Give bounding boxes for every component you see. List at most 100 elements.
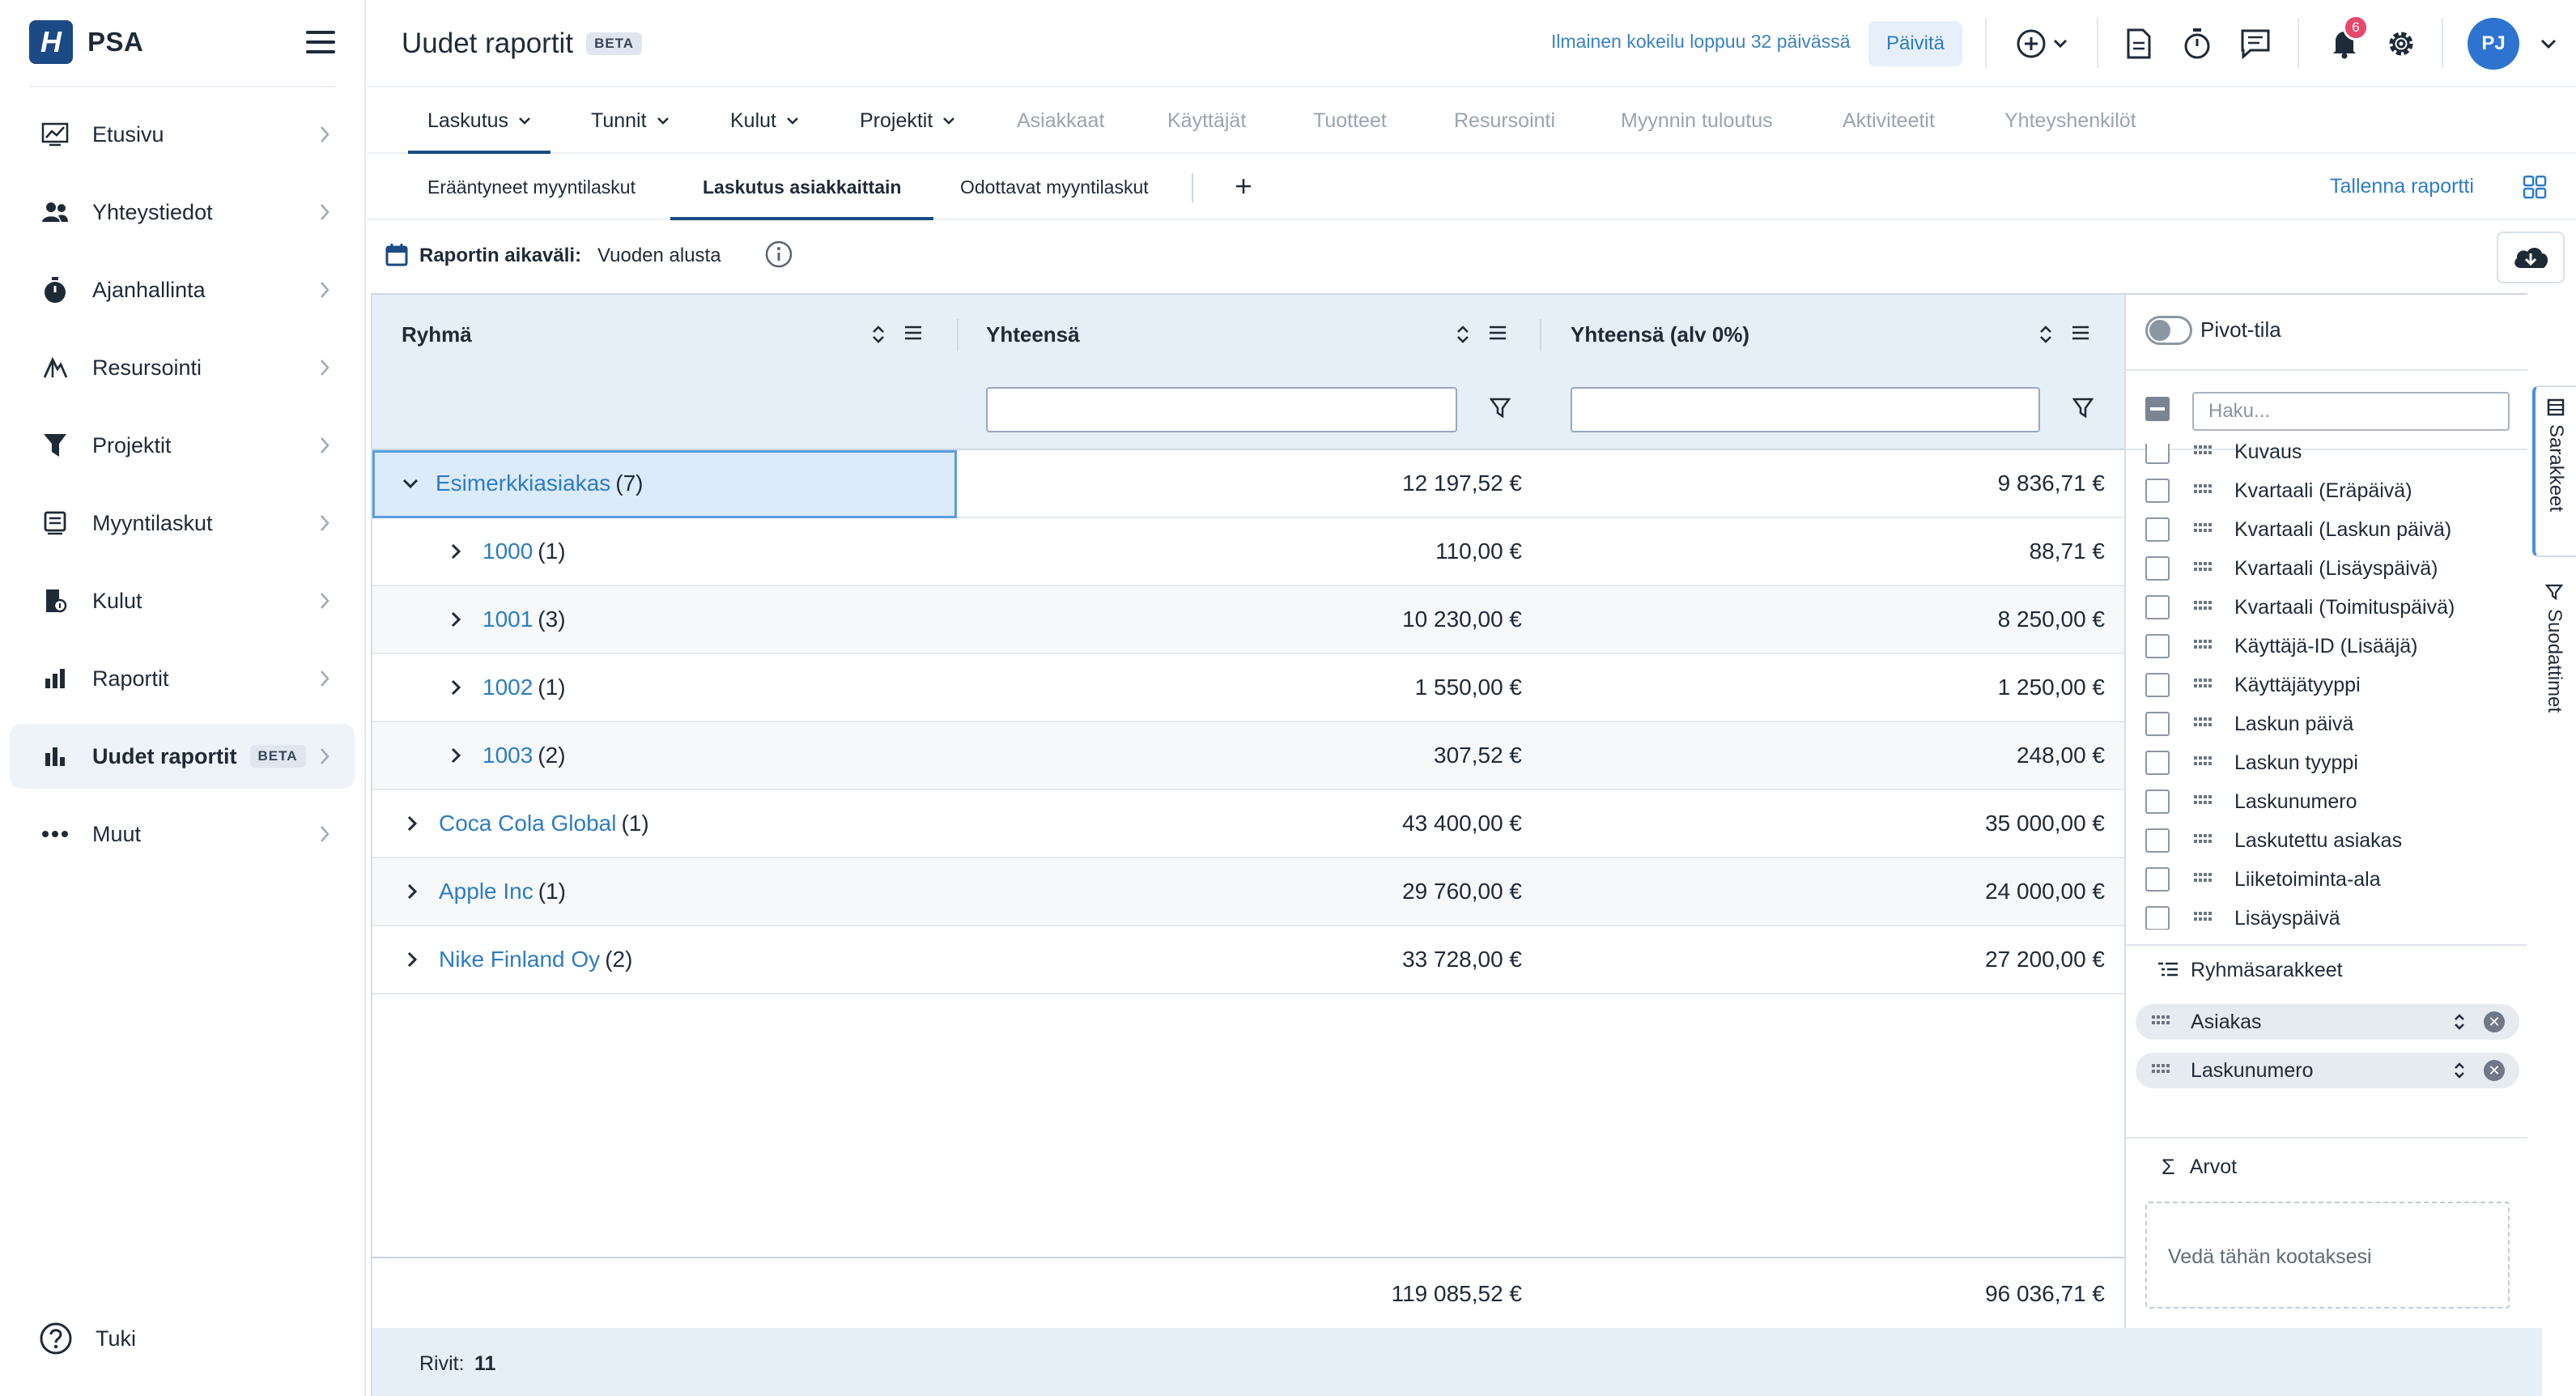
checkbox[interactable] xyxy=(2145,556,2170,581)
gear-icon[interactable] xyxy=(2383,26,2419,62)
sidebar-item-yhteystiedot[interactable]: Yhteystiedot xyxy=(10,180,355,245)
tab-laskutus[interactable]: Laskutus xyxy=(407,89,551,154)
sidebar-item-myyntilaskut[interactable]: Myyntilaskut xyxy=(10,491,355,555)
filter-input-yhteensa-alv0[interactable] xyxy=(1571,387,2040,432)
timer-icon[interactable] xyxy=(2179,26,2215,62)
list-item[interactable]: Kuvaus xyxy=(2145,444,2302,471)
table-row[interactable]: Esimerkkiasiakas (7) 12 197,52 € 9 836,7… xyxy=(372,450,2126,518)
checkbox[interactable] xyxy=(2145,712,2170,736)
info-icon[interactable] xyxy=(764,240,793,269)
sidebar-item-projektit[interactable]: Projektit xyxy=(10,413,355,478)
select-all-checkbox[interactable] xyxy=(2145,397,2170,421)
tab-aktiviteetit[interactable]: Aktiviteetit xyxy=(1843,89,1935,152)
tab-asiakkaat[interactable]: Asiakkaat xyxy=(1017,89,1104,152)
sidebar-item-muut[interactable]: Muut xyxy=(10,802,355,866)
chevron-right-icon[interactable] xyxy=(450,747,461,764)
chevron-right-icon[interactable] xyxy=(406,951,418,968)
chevron-down-icon[interactable] xyxy=(2531,26,2566,62)
remove-icon[interactable]: ✕ xyxy=(2484,1060,2505,1081)
filter-input-yhteensa[interactable] xyxy=(986,387,1457,432)
subtab-laskutus-asiakkaittain[interactable]: Laskutus asiakkaittain xyxy=(670,155,934,220)
drag-handle-icon[interactable] xyxy=(2194,599,2212,615)
list-item[interactable]: Lisäyspäivä xyxy=(2145,899,2340,930)
checkbox[interactable] xyxy=(2145,517,2170,542)
checkbox[interactable] xyxy=(2145,828,2170,853)
sidebar-item-resursointi[interactable]: Resursointi xyxy=(10,335,355,400)
group-link[interactable]: 1002 xyxy=(482,675,533,700)
sort-icon[interactable] xyxy=(2038,324,2053,345)
range-value[interactable]: Vuoden alusta xyxy=(597,245,721,267)
list-item[interactable]: Käyttäjätyyppi xyxy=(2145,666,2361,704)
tab-resursointi[interactable]: Resursointi xyxy=(1454,89,1555,152)
group-link[interactable]: 1001 xyxy=(482,606,533,632)
drag-handle-icon[interactable] xyxy=(2194,638,2212,654)
drag-handle-icon[interactable] xyxy=(2194,755,2212,771)
sort-icon[interactable] xyxy=(2453,1012,2466,1032)
sort-icon[interactable] xyxy=(1456,324,1470,345)
chevron-right-icon[interactable] xyxy=(450,611,461,628)
group-chip[interactable]: Asiakas ✕ xyxy=(2136,1004,2519,1040)
sidebar-item-ajanhallinta[interactable]: Ajanhallinta xyxy=(10,257,355,322)
tab-yhteyshenkilot[interactable]: Yhteyshenkilöt xyxy=(2004,89,2136,152)
drag-handle-icon[interactable] xyxy=(2194,444,2212,460)
tab-tunnit[interactable]: Tunnit xyxy=(591,89,670,152)
menu-toggle-icon[interactable] xyxy=(304,28,337,57)
avatar[interactable]: PJ xyxy=(2468,18,2519,70)
trial-notice[interactable]: Ilmainen kokeilu loppuu 32 päivässä xyxy=(1551,31,1851,53)
drag-handle-icon[interactable] xyxy=(2194,483,2212,499)
drag-handle-icon[interactable] xyxy=(2152,1014,2170,1030)
filter-icon[interactable] xyxy=(2072,397,2094,419)
sort-icon[interactable] xyxy=(2453,1061,2466,1080)
list-item[interactable]: Kvartaali (Eräpäivä) xyxy=(2145,471,2412,510)
table-row[interactable]: 1000 (1) 110,00 € 88,71 € xyxy=(372,518,2126,586)
tab-kayttajat[interactable]: Käyttäjät xyxy=(1167,89,1246,152)
table-row[interactable]: 1002 (1) 1 550,00 € 1 250,00 € xyxy=(372,654,2126,722)
drag-handle-icon[interactable] xyxy=(2194,677,2212,693)
chevron-right-icon[interactable] xyxy=(406,815,418,832)
checkbox[interactable] xyxy=(2145,444,2170,464)
document-icon[interactable] xyxy=(2121,26,2157,62)
column-header-ryhma[interactable]: Ryhmä xyxy=(402,322,472,347)
chevron-right-icon[interactable] xyxy=(450,543,461,560)
tab-tuotteet[interactable]: Tuotteet xyxy=(1313,89,1387,152)
drag-handle-icon[interactable] xyxy=(2194,560,2212,577)
remove-icon[interactable]: ✕ xyxy=(2484,1011,2505,1032)
sidebar-item-etusivu[interactable]: Etusivu xyxy=(10,102,355,167)
checkbox[interactable] xyxy=(2145,751,2170,775)
save-report-button[interactable]: Tallenna raportti xyxy=(2330,175,2474,198)
brand[interactable]: H PSA xyxy=(29,20,337,64)
checkbox[interactable] xyxy=(2145,906,2170,930)
checkbox[interactable] xyxy=(2145,790,2170,814)
table-row[interactable]: Coca Cola Global (1) 43 400,00 € 35 000,… xyxy=(372,790,2126,858)
tab-kulut[interactable]: Kulut xyxy=(730,89,799,152)
download-button[interactable] xyxy=(2497,232,2565,283)
group-link[interactable]: Nike Finland Oy xyxy=(439,947,600,973)
list-item[interactable]: Laskun päivä xyxy=(2145,704,2353,743)
chevron-down-icon[interactable] xyxy=(402,478,419,489)
update-button[interactable]: Päivitä xyxy=(1868,21,1962,66)
list-item[interactable]: Liiketoiminta-ala xyxy=(2145,860,2381,899)
drag-handle-icon[interactable] xyxy=(2194,794,2212,810)
group-link[interactable]: 1000 xyxy=(482,538,533,564)
column-menu-icon[interactable] xyxy=(2071,324,2090,345)
checkbox[interactable] xyxy=(2145,634,2170,658)
list-item[interactable]: Käyttäjä-ID (Lisääjä) xyxy=(2145,627,2417,666)
table-row[interactable]: 1001 (3) 10 230,00 € 8 250,00 € xyxy=(372,586,2126,654)
table-row[interactable]: Nike Finland Oy (2) 33 728,00 € 27 200,0… xyxy=(372,926,2126,994)
list-item[interactable]: Laskun tyyppi xyxy=(2145,743,2358,782)
subtab-eraantyneet[interactable]: Erääntyneet myyntilaskut xyxy=(427,155,635,219)
tab-projektit[interactable]: Projektit xyxy=(860,89,955,152)
checkbox[interactable] xyxy=(2145,595,2170,619)
column-menu-icon[interactable] xyxy=(1488,324,1507,345)
group-link[interactable]: 1003 xyxy=(482,743,533,768)
list-item[interactable]: Laskutettu asiakas xyxy=(2145,821,2402,860)
group-link[interactable]: Esimerkkiasiakas xyxy=(436,470,610,496)
sidebar-item-uudet-raportit[interactable]: Uudet raportit BETA xyxy=(10,724,355,789)
subtab-odottavat[interactable]: Odottavat myyntilaskut xyxy=(960,155,1149,219)
column-menu-icon[interactable] xyxy=(903,324,923,345)
drag-handle-icon[interactable] xyxy=(2194,716,2212,732)
chat-icon[interactable] xyxy=(2238,26,2273,62)
group-link[interactable]: Coca Cola Global xyxy=(439,811,616,836)
sidebar-item-raportit[interactable]: Raportit xyxy=(10,646,355,711)
chevron-right-icon[interactable] xyxy=(406,883,418,900)
